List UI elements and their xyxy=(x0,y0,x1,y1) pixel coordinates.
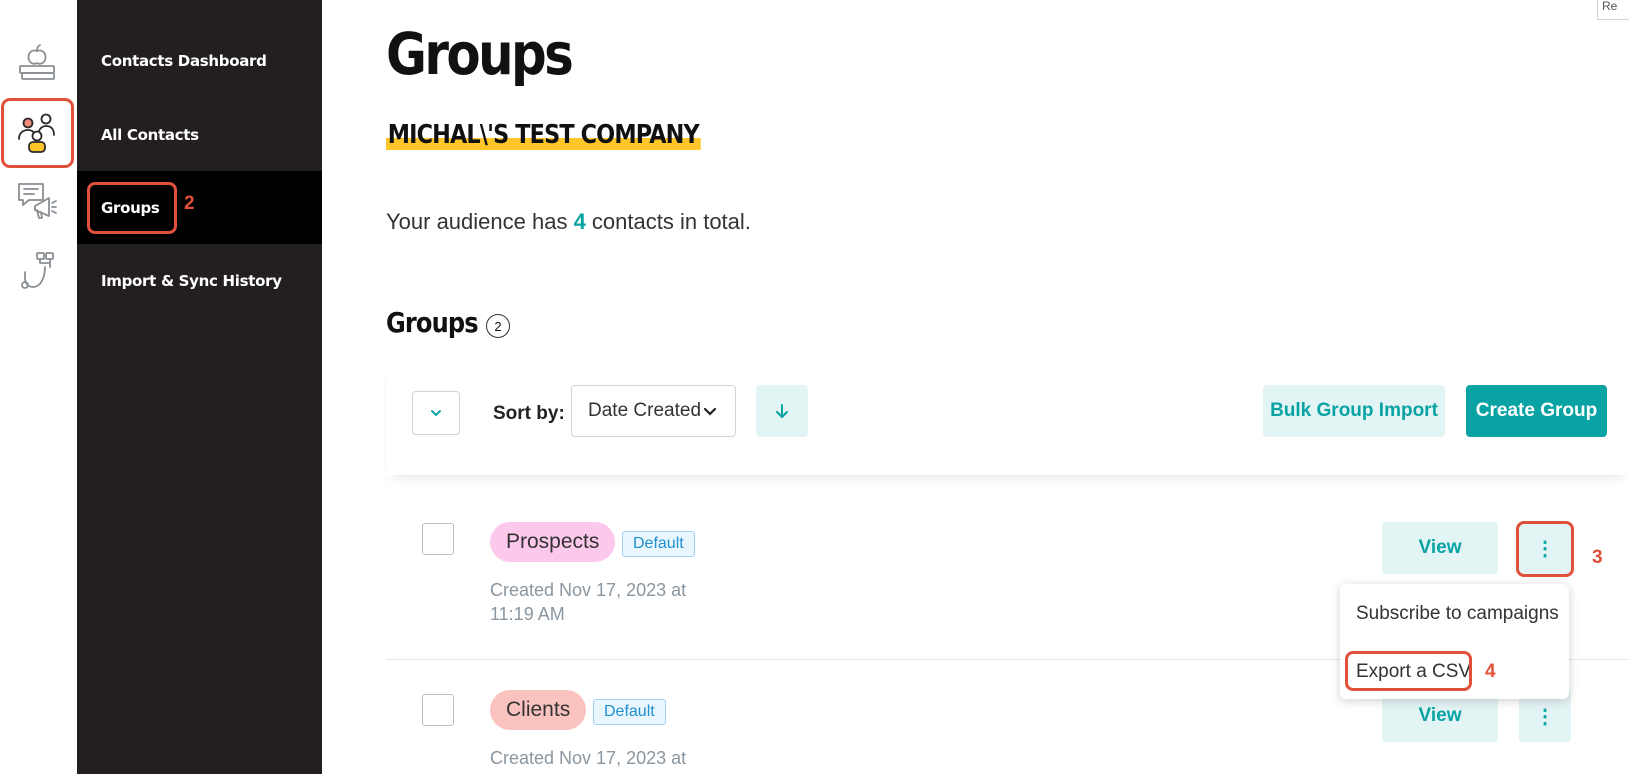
chevron-down-icon xyxy=(703,407,717,416)
contacts-sidebar: Contacts Dashboard All Contacts Groups I… xyxy=(77,0,322,774)
more-options-highlight xyxy=(1516,521,1574,577)
bulk-group-import-button[interactable]: Bulk Group Import xyxy=(1263,385,1445,437)
integrations-icon[interactable] xyxy=(14,248,60,294)
marker-4: 4 xyxy=(1485,661,1496,682)
sort-select[interactable]: Date Created xyxy=(571,385,736,437)
apple-books-icon[interactable] xyxy=(14,40,60,86)
marker-3: 3 xyxy=(1592,547,1603,568)
sort-label: Sort by: xyxy=(493,403,565,424)
arrow-down-icon xyxy=(776,404,788,419)
audience-summary: Your audience has 4 contacts in total. xyxy=(386,209,751,234)
icon-rail xyxy=(0,0,77,774)
corner-tab[interactable]: Re xyxy=(1597,0,1629,20)
page-title: Groups xyxy=(386,20,574,88)
group-tag[interactable]: Clients xyxy=(490,690,587,730)
created-date: Created Nov 17, 2023 at xyxy=(490,748,687,768)
export-csv-highlight xyxy=(1345,651,1472,691)
menu-item-subscribe-to-campaigns[interactable]: Subscribe to campaigns xyxy=(1356,603,1559,625)
row-checkbox[interactable] xyxy=(422,694,454,726)
create-group-button[interactable]: Create Group xyxy=(1466,385,1607,437)
marker-2: 2 xyxy=(184,193,195,214)
nav-item-contacts-dashboard[interactable]: Contacts Dashboard xyxy=(77,24,322,97)
chevron-down-icon xyxy=(431,410,441,417)
nav-item-label: Import & Sync History xyxy=(101,271,282,290)
default-badge: Default xyxy=(593,699,666,725)
nav-item-all-contacts[interactable]: All Contacts xyxy=(77,98,322,171)
row-checkbox[interactable] xyxy=(422,523,454,555)
view-button[interactable]: View xyxy=(1382,522,1498,574)
default-badge: Default xyxy=(622,531,695,557)
groups-toolbar: Sort by: Date Created Bulk Group Import … xyxy=(386,357,1629,475)
groups-count-badge: 2 xyxy=(486,314,510,338)
groups-section-title: Groups xyxy=(386,306,479,339)
groups-nav-highlight xyxy=(87,182,177,234)
sort-direction-button[interactable] xyxy=(756,385,808,437)
group-tag[interactable]: Prospects xyxy=(490,522,616,562)
nav-item-import-sync-history[interactable]: Import & Sync History xyxy=(77,244,322,317)
nav-item-label: All Contacts xyxy=(101,125,199,144)
audience-count: 4 xyxy=(573,209,586,234)
collapse-button[interactable] xyxy=(412,391,460,435)
campaigns-icon[interactable] xyxy=(14,178,60,224)
sort-select-value: Date Created xyxy=(588,400,702,421)
created-date: Created Nov 17, 2023 at 11:19 AM xyxy=(490,580,687,624)
nav-item-label: Contacts Dashboard xyxy=(101,51,267,70)
company-name: MICHAL\'S TEST COMPANY xyxy=(386,120,701,150)
contacts-icon[interactable] xyxy=(14,110,60,156)
